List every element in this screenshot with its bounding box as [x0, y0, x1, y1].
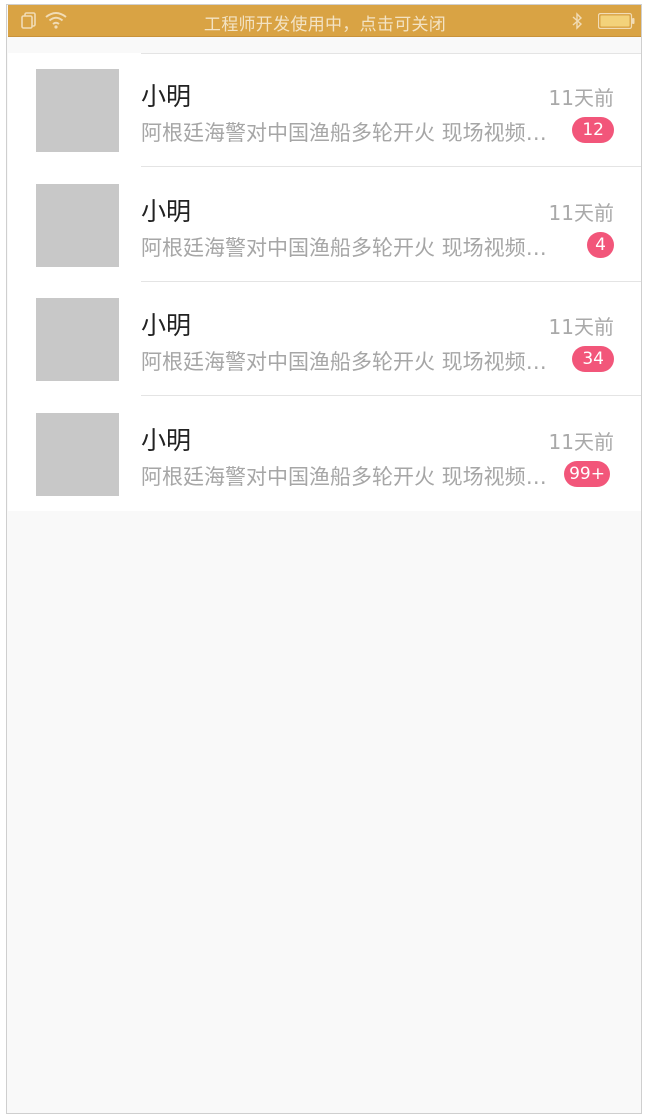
unread-badge: 34: [572, 346, 614, 372]
message-time: 11天前: [548, 86, 614, 110]
app-frame: 工程师开发使用中，点击可关闭 小明 11天前 阿根廷海警对中国渔船多轮开火 现场…: [6, 4, 642, 1114]
unread-badge: 4: [587, 232, 614, 258]
divider: [141, 166, 641, 167]
contact-name: 小明: [141, 426, 192, 455]
conversation-row[interactable]: 小明 11天前 阿根廷海警对中国渔船多轮开火 现场视频曝光 12: [8, 53, 641, 167]
contact-name: 小明: [141, 82, 192, 111]
bluetooth-icon: [571, 12, 583, 34]
conversation-row[interactable]: 小明 11天前 阿根廷海警对中国渔船多轮开火 现场视频曝光 4: [8, 168, 641, 282]
status-bar[interactable]: 工程师开发使用中，点击可关闭: [8, 5, 641, 37]
unread-badge: 12: [572, 117, 614, 143]
avatar[interactable]: [36, 298, 119, 381]
conversation-row[interactable]: 小明 11天前 阿根廷海警对中国渔船多轮开火 现场视频曝光 34: [8, 282, 641, 396]
contact-name: 小明: [141, 197, 192, 226]
message-preview: 阿根廷海警对中国渔船多轮开火 现场视频曝光: [141, 465, 561, 489]
contact-name: 小明: [141, 311, 192, 340]
battery-icon: [597, 12, 636, 33]
avatar[interactable]: [36, 69, 119, 152]
message-time: 11天前: [548, 430, 614, 454]
status-message[interactable]: 工程师开发使用中，点击可关闭: [8, 10, 641, 35]
divider: [141, 395, 641, 396]
conversation-row[interactable]: 小明 11天前 阿根廷海警对中国渔船多轮开火 现场视频曝光 99+: [8, 397, 641, 511]
message-preview: 阿根廷海警对中国渔船多轮开火 现场视频曝光: [141, 236, 561, 260]
message-time: 11天前: [548, 315, 614, 339]
message-preview: 阿根廷海警对中国渔船多轮开火 现场视频曝光: [141, 350, 561, 374]
unread-badge: 99+: [564, 461, 610, 487]
message-preview: 阿根廷海警对中国渔船多轮开火 现场视频曝光: [141, 121, 561, 145]
avatar[interactable]: [36, 413, 119, 496]
avatar[interactable]: [36, 184, 119, 267]
conversation-list: 小明 11天前 阿根廷海警对中国渔船多轮开火 现场视频曝光 12 小明 11天前…: [8, 53, 641, 511]
message-time: 11天前: [548, 201, 614, 225]
